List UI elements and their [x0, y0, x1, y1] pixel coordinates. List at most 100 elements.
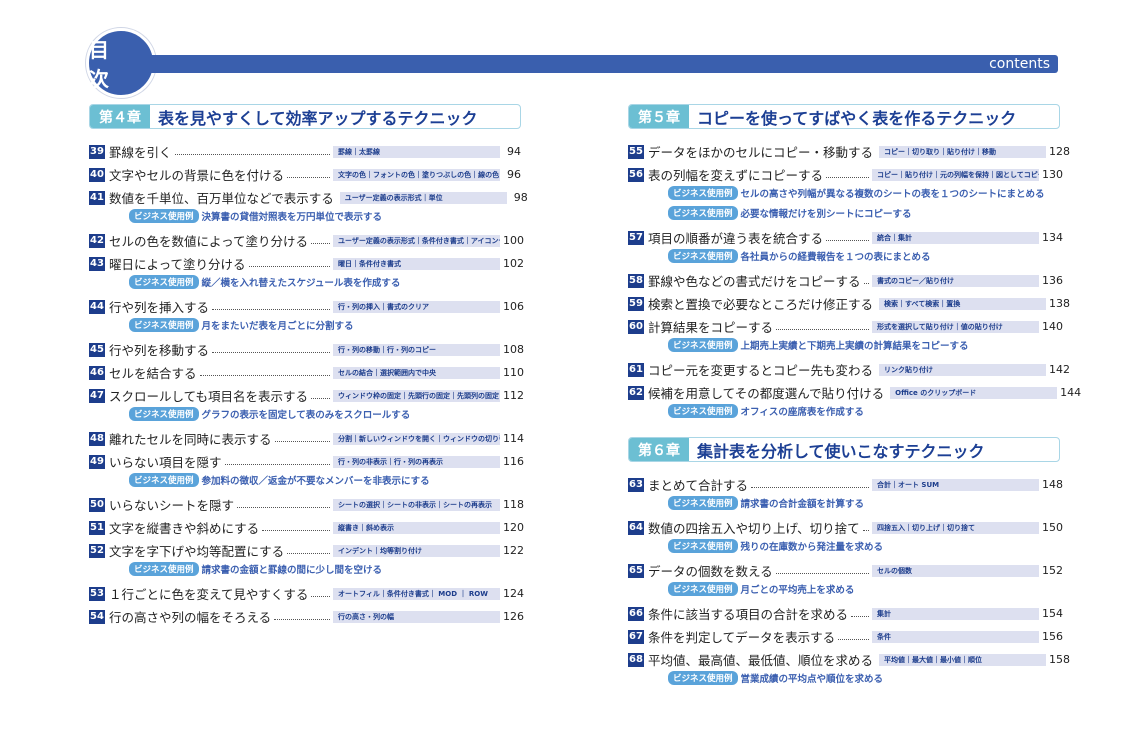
keyword-tags: ウィンドウ枠の固定｜先頭行の固定｜先頭列の固定	[333, 389, 500, 402]
dot-leader	[262, 530, 330, 531]
business-example[interactable]: ビジネス使用例 月ごとの平均売上を求める	[668, 580, 1060, 598]
keyword-tags: 罫線｜太罫線	[333, 145, 500, 158]
dot-leader	[287, 177, 330, 178]
toc-entry[interactable]: 58 罫線や色などの書式だけをコピーする 書式のコピー／貼り付け 136	[628, 269, 1063, 292]
chapter-title: 表を見やすくして効率アップするテクニック	[158, 108, 478, 128]
toc-entry[interactable]: 56 表の列幅を変えずにコピーする コピー｜貼り付け｜元の列幅を保持｜図としてコピー…	[628, 163, 1063, 186]
section-number: 52	[89, 543, 105, 558]
section-title: 計算結果をコピーする	[648, 320, 774, 335]
page-number: 126	[503, 610, 524, 623]
business-example[interactable]: ビジネス使用例 請求書の金額と罫線の間に少し間を空ける	[129, 560, 521, 578]
business-example-badge: ビジネス使用例	[668, 539, 738, 553]
section-number: 50	[89, 497, 105, 512]
dot-leader	[174, 154, 330, 155]
toc-entry[interactable]: 47 スクロールしても項目名を表示する ウィンドウ枠の固定｜先頭行の固定｜先頭列の固…	[89, 384, 524, 407]
toc-entry[interactable]: 64 数値の四捨五入や切り上げ、切り捨て 四捨五入｜切り上げ｜切り捨て 150	[628, 516, 1063, 539]
dot-leader	[863, 283, 869, 284]
page-number: 110	[503, 366, 524, 379]
keyword-tags: オートフィル｜条件付き書式｜ MOD ｜ ROW	[333, 587, 500, 600]
section-title: データの個数を数える	[648, 564, 773, 579]
page-number: 144	[1060, 386, 1082, 399]
dot-leader	[751, 487, 869, 488]
page-number: 136	[1042, 274, 1063, 287]
page-number: 122	[503, 544, 524, 557]
toc-entry[interactable]: 39 罫線を引く 罫線｜太罫線 94	[89, 140, 521, 163]
toc-entry[interactable]: 65 データの個数を数える セルの個数 152	[628, 559, 1063, 582]
page-number: 120	[503, 521, 524, 534]
section-number: 57	[628, 230, 644, 245]
section-title: セルを結合する	[109, 366, 197, 381]
toc-entry[interactable]: 59 検索と置換で必要なところだけ修正する 検索｜すべて検索｜置換 138	[628, 292, 1070, 315]
page-number: 118	[503, 498, 524, 511]
chapter-label: 第４章	[90, 105, 150, 128]
business-example[interactable]: ビジネス使用例 決算書の貸借対照表を万円単位で表示する	[129, 207, 521, 225]
business-example-text: 各社員からの経費報告を１つの表にまとめる	[740, 252, 931, 263]
business-example[interactable]: ビジネス使用例 月をまたいだ表を月ごとに分割する	[129, 316, 521, 334]
section-title: セルの色を数値によって塗り分ける	[109, 234, 309, 249]
toc-entry[interactable]: 50 いらないシートを隠す シートの選択｜シートの非表示｜シートの再表示 118	[89, 493, 524, 516]
business-example[interactable]: ビジネス使用例 参加料の徴収／返金が不要なメンバーを非表示にする	[129, 471, 521, 489]
toc-entry[interactable]: 55 データをほかのセルにコピー・移動する コピー｜切り取り｜貼り付け｜移動 128	[628, 140, 1070, 163]
toc-entry[interactable]: 51 文字を縦書きや斜めにする 縦書き｜斜め表示 120	[89, 516, 524, 539]
chapter-header: 第６章 集計表を分析して使いこなすテクニック	[628, 437, 1060, 462]
keyword-tags: 統合｜集計	[872, 231, 1039, 244]
toc-entry[interactable]: 62 候補を用意してその都度選んで貼り付ける Office のクリップボード 144	[628, 381, 1081, 404]
keyword-tags: 行・列の非表示｜行・列の再表示	[333, 455, 500, 468]
toc-entry[interactable]: 43 曜日によって塗り分ける 曜日｜条件付き書式 102	[89, 252, 524, 275]
business-example[interactable]: ビジネス使用例 縦／横を入れ替えたスケジュール表を作成する	[129, 273, 521, 291]
toc-entry[interactable]: 63 まとめて合計する 合計｜オート SUM 148	[628, 473, 1063, 496]
left-column: 第４章 表を見やすくして効率アップするテクニック 39 罫線を引く 罫線｜太罫線 94 40…	[89, 104, 528, 628]
toc-entry[interactable]: 54 行の高さや列の幅をそろえる 行の高さ・列の幅 126	[89, 605, 524, 628]
keyword-tags: コピー｜貼り付け｜元の列幅を保持｜図としてコピー	[872, 168, 1039, 181]
dot-leader	[237, 507, 330, 508]
toc-title-badge: 目 次	[86, 28, 156, 98]
toc-entry[interactable]: 45 行や列を移動する 行・列の移動｜行・列のコピー 108	[89, 338, 524, 361]
toc-entry[interactable]: 66 条件に該当する項目の合計を求める 集計 154	[628, 602, 1063, 625]
page-number: 102	[503, 257, 524, 270]
business-example-badge: ビジネス使用例	[668, 404, 738, 418]
toc-entry[interactable]: 48 離れたセルを同時に表示する 分割｜新しいウィンドウを開く｜ウィンドウの切り替え…	[89, 427, 524, 450]
toc-entry[interactable]: 57 項目の順番が違う表を統合する 統合｜集計 134	[628, 226, 1063, 249]
section-title: 文字やセルの背景に色を付ける	[109, 168, 285, 183]
section-title: いらないシートを隠す	[109, 498, 235, 513]
business-example[interactable]: ビジネス使用例 各社員からの経費報告を１つの表にまとめる	[668, 247, 1060, 265]
section-number: 68	[628, 652, 644, 667]
business-example-badge: ビジネス使用例	[129, 562, 199, 576]
section-number: 58	[628, 273, 644, 288]
business-example[interactable]: ビジネス使用例 グラフの表示を固定して表のみをスクロールする	[129, 405, 521, 423]
toc-entry[interactable]: 60 計算結果をコピーする 形式を選択して貼り付け｜値の貼り付け 140	[628, 315, 1063, 338]
dot-leader	[862, 530, 869, 531]
business-example[interactable]: ビジネス使用例 セルの高さや列幅が異なる複数のシートの表を１つのシートにまとめる	[668, 184, 1060, 202]
toc-entry[interactable]: 52 文字を字下げや均等配置にする インデント｜均等割り付け 122	[89, 539, 524, 562]
section-number: 66	[628, 606, 644, 621]
toc-entry[interactable]: 67 条件を判定してデータを表示する 条件 156	[628, 625, 1063, 648]
section-number: 42	[89, 233, 105, 248]
section-number: 44	[89, 299, 105, 314]
toc-entry[interactable]: 46 セルを結合する セルの結合｜選択範囲内で中央 110	[89, 361, 524, 384]
chapter-title: コピーを使ってすばやく表を作るテクニック	[697, 108, 1017, 128]
toc-entry[interactable]: 53 １行ごとに色を変えて見やすくする オートフィル｜条件付き書式｜ MOD ｜ R…	[89, 582, 524, 605]
business-example-badge: ビジネス使用例	[668, 338, 738, 352]
business-example[interactable]: ビジネス使用例 必要な情報だけを別シートにコピーする	[668, 204, 1060, 222]
business-example-text: グラフの表示を固定して表のみをスクロールする	[201, 410, 411, 421]
business-example[interactable]: ビジネス使用例 請求書の合計金額を計算する	[668, 494, 1060, 512]
keyword-tags: 検索｜すべて検索｜置換	[879, 297, 1047, 310]
business-example[interactable]: ビジネス使用例 上期売上実績と下期売上実績の計算結果をコピーする	[668, 336, 1060, 354]
business-example[interactable]: ビジネス使用例 オフィスの座席表を作成する	[668, 402, 1060, 420]
toc-entry[interactable]: 49 いらない項目を隠す 行・列の非表示｜行・列の再表示 116	[89, 450, 524, 473]
toc-entry[interactable]: 44 行や列を挿入する 行・列の挿入｜書式のクリア 106	[89, 295, 524, 318]
toc-entry[interactable]: 40 文字やセルの背景に色を付ける 文字の色｜フォントの色｜塗りつぶしの色｜線の色 9…	[89, 163, 521, 186]
business-example[interactable]: ビジネス使用例 営業成績の平均点や順位を求める	[668, 669, 1060, 687]
toc-entry[interactable]: 41 数値を千単位、百万単位などで表示する ユーザー定義の表示形式｜単位 98	[89, 186, 528, 209]
business-example-badge: ビジネス使用例	[668, 206, 738, 220]
toc-entry[interactable]: 68 平均値、最高値、最低値、順位を求める 平均値｜最大値｜最小値｜順位 158	[628, 648, 1070, 671]
page-number: 98	[513, 191, 528, 204]
toc-entry[interactable]: 61 コピー元を変更するとコピー先も変わる リンク貼り付け 142	[628, 358, 1070, 381]
section-title: いらない項目を隠す	[109, 455, 222, 470]
toc-entry[interactable]: 42 セルの色を数値によって塗り分ける ユーザー定義の表示形式｜条件付き書式｜アイコ…	[89, 229, 524, 252]
business-example-text: 参加料の徴収／返金が不要なメンバーを非表示にする	[201, 476, 430, 487]
page-number: 156	[1042, 630, 1063, 643]
section-number: 56	[628, 167, 644, 182]
business-example[interactable]: ビジネス使用例 残りの在庫数から発注量を求める	[668, 537, 1060, 555]
business-example-text: 残りの在庫数から発注量を求める	[740, 542, 884, 553]
